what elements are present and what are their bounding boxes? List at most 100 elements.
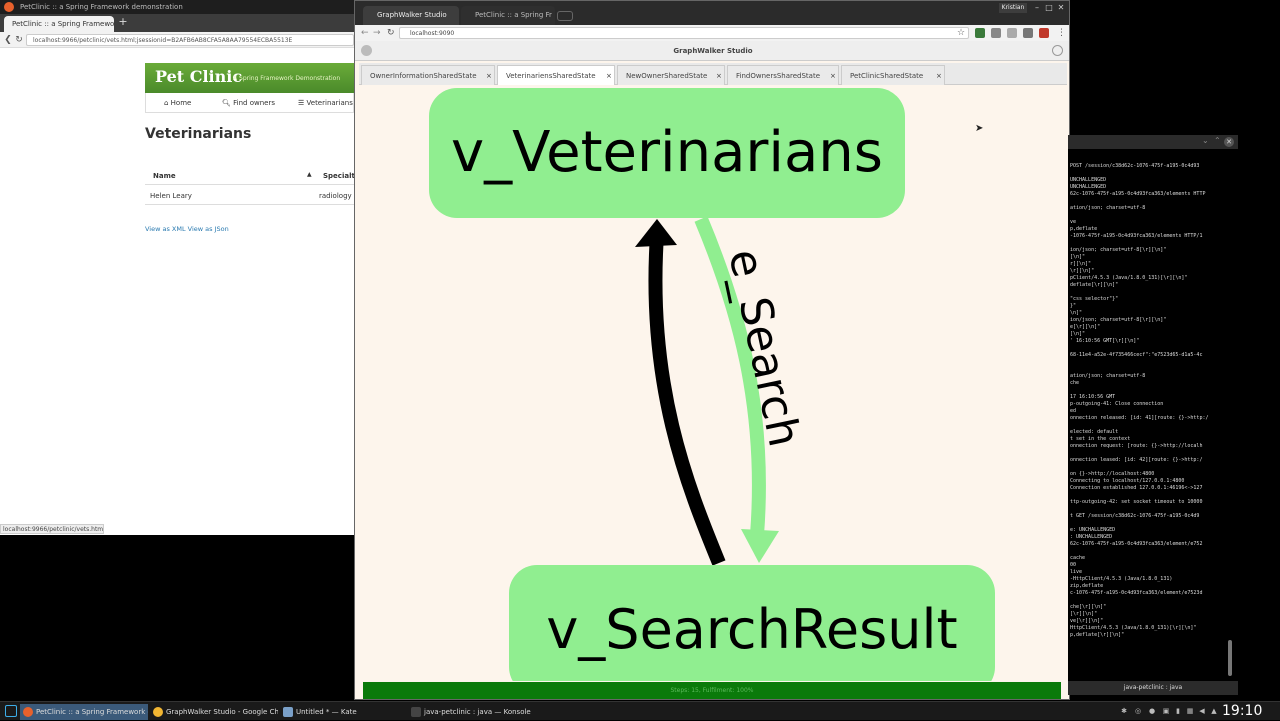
minimize-icon[interactable]: – bbox=[1031, 3, 1043, 13]
terminal-output[interactable]: POST /session/c38d62c-1076-475f-a195-0c4… bbox=[1070, 163, 1228, 639]
arrowhead bbox=[635, 219, 677, 247]
task-graphwalker[interactable]: GraphWalker Studio - Google Chro... bbox=[150, 704, 278, 720]
close-icon[interactable]: ✕ bbox=[1055, 3, 1067, 13]
column-header-name[interactable]: Name bbox=[153, 172, 176, 180]
terminal-line: 68-11e4-a52e-4f735466cecf":"e7523d65-d1a… bbox=[1070, 352, 1203, 358]
sidebar-toggle-icon[interactable] bbox=[361, 45, 372, 56]
terminal-line: 00 bbox=[1070, 562, 1077, 568]
back-icon[interactable]: ❮ bbox=[3, 32, 13, 48]
clipboard-icon[interactable]: ▣ bbox=[1162, 707, 1170, 715]
settings-icon[interactable] bbox=[1052, 45, 1063, 56]
nav-home[interactable]: ⌂ Home bbox=[164, 93, 191, 113]
close-tab-icon[interactable]: × bbox=[606, 66, 612, 86]
close-icon[interactable]: ✕ bbox=[1224, 137, 1234, 147]
tab-graphwalker[interactable]: GraphWalker Studio bbox=[363, 6, 459, 25]
terminal-line: [\r][\n]" bbox=[1070, 611, 1098, 617]
tab-veterinariens[interactable]: VeterinariensSharedState × bbox=[497, 65, 615, 85]
terminal-line: "css selector"}" bbox=[1070, 296, 1119, 302]
petclinic-nav: ⌂ Home 🔍︎ Find owners ☰ Veterinarians bbox=[145, 93, 354, 113]
battery-icon[interactable]: ▮ bbox=[1174, 707, 1182, 715]
extension-icon[interactable] bbox=[1007, 28, 1017, 38]
terminal-line: UNCHALLENGED bbox=[1070, 184, 1107, 190]
volume-icon[interactable]: ◀ bbox=[1198, 707, 1206, 715]
terminal-line: r][\n]" bbox=[1070, 261, 1092, 267]
updates-icon[interactable]: ◎ bbox=[1134, 707, 1142, 715]
maximize-icon[interactable]: □ bbox=[1043, 3, 1055, 13]
extension-icon[interactable] bbox=[975, 28, 985, 38]
terminal-line: ion/json; charset=utf-8[\r][\n]" bbox=[1070, 317, 1167, 323]
back-icon[interactable]: ← bbox=[361, 25, 369, 41]
terminal-line: elected: default bbox=[1070, 429, 1119, 435]
view-as-links[interactable]: View as XML View as JSon bbox=[145, 225, 229, 233]
edge-back[interactable] bbox=[648, 234, 726, 566]
close-tab-icon[interactable]: × bbox=[830, 66, 836, 86]
tab-new-owner[interactable]: NewOwnerSharedState × bbox=[617, 65, 725, 85]
chevron-up-icon[interactable]: ⌃ bbox=[1214, 136, 1221, 145]
url-field[interactable]: localhost:9966/petclinic/vets.html;jsess… bbox=[26, 34, 354, 46]
scrollbar[interactable] bbox=[1228, 640, 1232, 676]
new-tab-button[interactable] bbox=[557, 11, 573, 21]
extension-icon[interactable] bbox=[1023, 28, 1033, 38]
terminal-line: -HttpClient/4.5.3 (Java/1.8.0_131) bbox=[1070, 576, 1173, 582]
profile-button[interactable]: Kristian bbox=[999, 3, 1027, 13]
bookmark-star-icon[interactable]: ☆ bbox=[957, 25, 965, 41]
terminal-line: che bbox=[1070, 380, 1080, 386]
chrome-tray-icon[interactable]: ● bbox=[1148, 707, 1156, 715]
graph-canvas[interactable]: e_Search v_Veterinarians v_SearchResult bbox=[357, 85, 1069, 681]
tray-expand-icon[interactable]: ▲ bbox=[1210, 707, 1218, 715]
task-konsole[interactable]: java-petclinic : java — Konsole bbox=[408, 704, 538, 720]
sort-asc-icon[interactable]: ▲ bbox=[307, 171, 312, 178]
extension-icon[interactable] bbox=[1039, 28, 1049, 38]
clock[interactable]: 19:10 bbox=[1222, 702, 1262, 721]
terminal-tab[interactable]: java-petclinic : java bbox=[1068, 681, 1238, 695]
tab-petclinic[interactable]: PetClinic :: a Spring Fr bbox=[461, 6, 555, 25]
firefox-icon[interactable] bbox=[4, 2, 14, 12]
terminal-line: POST /session/c38d62c-1076-475f-a195-0c4… bbox=[1070, 163, 1200, 169]
close-tab-icon[interactable]: × bbox=[936, 66, 942, 86]
tab-petclinic[interactable]: PetClinicSharedState × bbox=[841, 65, 945, 85]
task-kate[interactable]: Untitled * — Kate bbox=[280, 704, 408, 720]
new-tab-button[interactable]: + bbox=[117, 15, 129, 29]
tab-owner-information[interactable]: OwnerInformationSharedState × bbox=[361, 65, 495, 85]
vet-name-cell: Helen Leary bbox=[150, 192, 192, 200]
tab-find-owners[interactable]: FindOwnersSharedState × bbox=[727, 65, 839, 85]
terminal-line: onnection leased: [id: 42][route: {}->ht… bbox=[1070, 457, 1203, 463]
terminal-line: : UNCHALLENGED bbox=[1070, 534, 1113, 540]
reload-icon[interactable]: ↻ bbox=[387, 25, 395, 41]
tab-petclinic[interactable]: PetClinic :: a Spring Framewo bbox=[4, 16, 114, 32]
terminal-line: \n]" bbox=[1070, 310, 1083, 316]
app-launcher-icon[interactable] bbox=[5, 705, 17, 717]
terminal-line: p,deflate bbox=[1070, 226, 1098, 232]
menu-icon[interactable]: ⋮ bbox=[1057, 25, 1066, 41]
column-header-specialties[interactable]: Specialti bbox=[323, 172, 354, 180]
task-petclinic[interactable]: PetClinic :: a Spring Framework de... bbox=[20, 704, 148, 720]
terminal-line: che[\r][\n]" bbox=[1070, 604, 1107, 610]
nav-find-owners[interactable]: 🔍︎ Find owners bbox=[222, 93, 275, 113]
extension-icon[interactable] bbox=[991, 28, 1001, 38]
forward-icon[interactable]: → bbox=[373, 25, 381, 41]
close-tab-icon[interactable]: × bbox=[486, 66, 492, 86]
terminal-line: ion/json; charset=utf-8[\r][\n]" bbox=[1070, 247, 1167, 253]
address-bar: ❮ ↻ localhost:9966/petclinic/vets.html;j… bbox=[0, 32, 354, 48]
terminal-titlebar: ⌄ ⌃ ✕ bbox=[1068, 135, 1238, 149]
bluetooth-icon[interactable]: ✱ bbox=[1120, 707, 1128, 715]
reload-icon[interactable]: ↻ bbox=[14, 32, 24, 48]
url-field[interactable]: localhost:9090 bbox=[399, 27, 969, 39]
network-icon[interactable]: ▦ bbox=[1186, 707, 1194, 715]
chevron-down-icon[interactable]: ⌄ bbox=[1202, 136, 1209, 145]
nav-veterinarians[interactable]: ☰ Veterinarians bbox=[298, 93, 353, 113]
node-v-veterinarians[interactable]: v_Veterinarians bbox=[429, 88, 905, 218]
close-tab-icon[interactable]: × bbox=[716, 66, 722, 86]
node-v-searchresult[interactable]: v_SearchResult bbox=[509, 565, 995, 681]
